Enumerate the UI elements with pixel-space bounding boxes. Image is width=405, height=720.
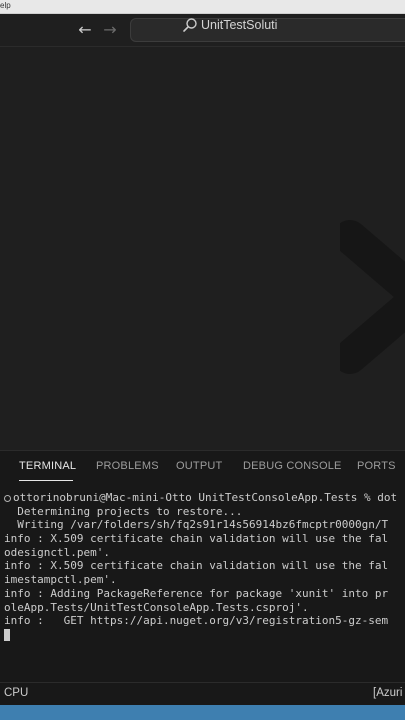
status-bar: CPU [Azuri (0, 682, 405, 705)
terminal-line: imestampctl.pem'. (4, 573, 117, 587)
go-forward-arrow-icon[interactable]: → (101, 21, 119, 39)
terminal-output[interactable]: ottorinobruni@Mac-mini-Otto UnitTestCons… (4, 491, 405, 681)
terminal-line: Determining projects to restore... (4, 504, 243, 518)
terminal-line: oleApp.Tests/UnitTestConsoleApp.Tests.cs… (4, 600, 309, 614)
terminal-prompt-line: ottorinobruni@Mac-mini-Otto UnitTestCons… (4, 491, 405, 505)
go-back-arrow-icon[interactable]: ← (76, 21, 94, 39)
panel-tabs: TERMINAL PROBLEMS OUTPUT DEBUG CONSOLE P… (0, 451, 405, 483)
status-azure[interactable]: [Azuri (373, 687, 402, 699)
search-icon (183, 18, 197, 32)
title-bar: ← → UnitTestSoluti (0, 14, 405, 47)
terminal-cursor (4, 628, 10, 641)
mac-menubar: elp (0, 0, 405, 14)
terminal-line: info : GET https://api.nuget.org/v3/regi… (4, 614, 389, 628)
tab-terminal[interactable]: TERMINAL (19, 460, 76, 472)
terminal-cursor-line (4, 628, 405, 642)
command-center-label[interactable]: UnitTestSoluti (201, 18, 277, 32)
tab-problems[interactable]: PROBLEMS (96, 460, 159, 472)
tab-debug-console[interactable]: DEBUG CONSOLE (243, 460, 342, 472)
command-decoration-icon[interactable] (4, 494, 11, 502)
editor-area[interactable] (0, 47, 405, 450)
terminal-line: Writing /var/folders/sh/fq2s91r14s56914b… (4, 518, 389, 532)
terminal-line: info : Adding PackageReference for packa… (4, 586, 389, 600)
terminal-line: odesignctl.pem'. (4, 545, 110, 559)
terminal-line: info : X.509 certificate chain validatio… (4, 532, 389, 546)
tab-ports[interactable]: PORTS (357, 460, 396, 472)
terminal-line: info : X.509 certificate chain validatio… (4, 559, 389, 573)
active-tab-indicator (19, 480, 73, 481)
tab-output[interactable]: OUTPUT (176, 460, 222, 472)
menubar-help-fragment[interactable]: elp (0, 1, 11, 10)
terminal-prompt-text: ottorinobruni@Mac-mini-Otto UnitTestCons… (13, 491, 398, 504)
vscode-logo-watermark-icon (340, 220, 405, 374)
status-cpu[interactable]: CPU (4, 687, 28, 699)
desktop-dock-strip (0, 705, 405, 720)
bottom-panel: TERMINAL PROBLEMS OUTPUT DEBUG CONSOLE P… (0, 450, 405, 683)
